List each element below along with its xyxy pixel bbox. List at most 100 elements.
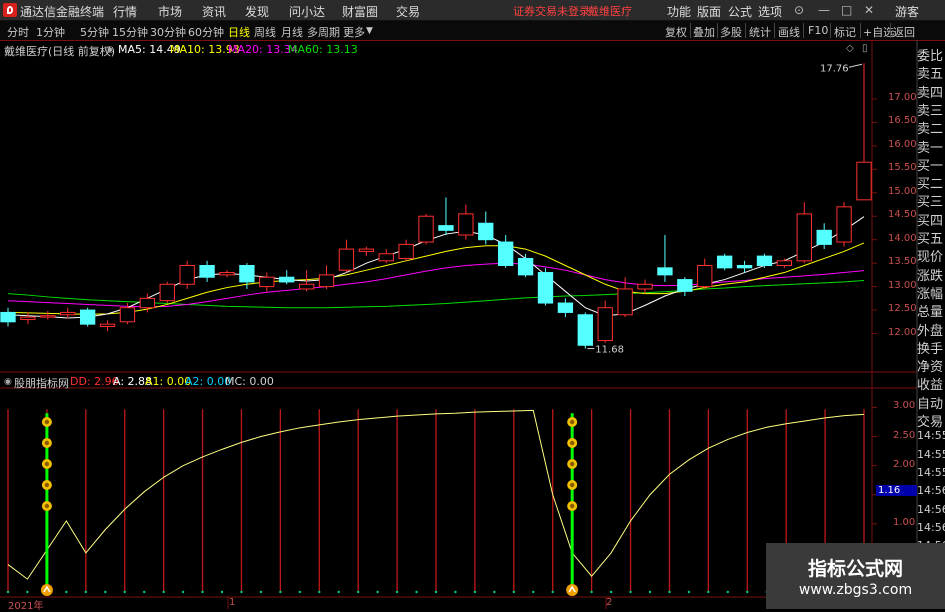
candle-body xyxy=(637,283,653,290)
candle-body xyxy=(617,288,633,316)
chart-grid xyxy=(0,40,918,609)
watermark-url: www.zbgs3.com xyxy=(798,582,913,598)
quote-panel-label[interactable]: 现价 xyxy=(917,246,945,265)
indicator-dot xyxy=(298,590,302,594)
indicator-dot xyxy=(434,590,438,594)
panel-toggle-icon[interactable]: ▯ xyxy=(862,43,868,54)
quote-panel-label[interactable]: 换手 xyxy=(917,338,945,357)
indicator-dot xyxy=(240,590,243,594)
quote-panel-label[interactable]: 卖四 xyxy=(917,82,945,101)
quote-panel-label[interactable]: 买二 xyxy=(917,173,945,192)
indicator-dot xyxy=(493,590,496,594)
candle-body xyxy=(657,267,673,276)
quote-panel-label[interactable]: 总量 xyxy=(917,301,945,320)
quote-panel-label[interactable]: 收益 xyxy=(917,374,945,393)
coin-bag-icon xyxy=(44,503,50,509)
quote-panel-label[interactable]: 涨跌 xyxy=(917,265,945,284)
quote-panel-label[interactable]: 买三 xyxy=(917,191,945,210)
quote-panel-label[interactable]: 14:56 xyxy=(917,503,945,516)
quote-panel-label[interactable]: 卖三 xyxy=(917,100,945,119)
quote-panel-label[interactable]: 买五 xyxy=(917,228,945,247)
indicator-mc: MC: 0.00 xyxy=(225,375,274,388)
candle-body xyxy=(139,297,156,309)
quote-panel-label[interactable]: 自动 xyxy=(917,393,945,412)
price-tick-label: 13.00 xyxy=(888,279,917,291)
indicator-dot xyxy=(220,590,224,594)
indicator-dot xyxy=(201,590,204,594)
price-tick-label: 16.00 xyxy=(888,138,917,150)
coin-bag-icon xyxy=(44,419,50,425)
indicator-current-value: 1.16 xyxy=(876,485,917,496)
settings-gear-icon[interactable]: ◉ xyxy=(4,377,12,387)
indicator-dot xyxy=(123,590,126,594)
diamond-icon[interactable]: ◇ xyxy=(846,43,854,54)
quote-panel-label[interactable]: 14:56 xyxy=(917,484,945,497)
price-tick-label: 16.50 xyxy=(888,115,917,127)
candle-body xyxy=(318,274,335,288)
price-tick-label: 12.50 xyxy=(888,303,917,315)
indicator-dot xyxy=(415,590,418,594)
quote-panel-label[interactable]: 外盘 xyxy=(917,320,945,339)
indicator-dot xyxy=(707,590,710,594)
quote-panel-label[interactable]: 买一 xyxy=(917,155,945,174)
candle-body xyxy=(418,215,434,243)
quote-panel-label[interactable]: 涨幅 xyxy=(917,283,945,302)
indicator-dot xyxy=(590,590,593,594)
candle-body xyxy=(79,309,96,325)
candle-body xyxy=(298,283,315,290)
quote-panel-label[interactable]: 交易 xyxy=(917,411,945,430)
coin-bag-icon xyxy=(569,482,575,488)
candle-body xyxy=(796,213,812,262)
indicator-dot xyxy=(181,590,185,594)
date-label: 2021年 xyxy=(8,601,44,612)
quote-panel-label[interactable]: 净资 xyxy=(917,356,945,375)
candle-body xyxy=(199,265,215,278)
candle-body xyxy=(99,323,116,327)
candle-body xyxy=(677,279,693,292)
indicator-dot xyxy=(142,590,146,594)
candle-body xyxy=(358,248,374,252)
indicator-tick-label: 1.00 xyxy=(893,516,916,528)
candle-body xyxy=(398,243,414,259)
indicator-dot xyxy=(648,590,652,594)
quote-panel-label[interactable]: 卖二 xyxy=(917,118,945,137)
settings-gear-icon[interactable]: ◉ xyxy=(106,45,114,55)
indicator-dot xyxy=(532,590,535,594)
watermark-title: 指标公式网 xyxy=(807,558,903,580)
candle-body xyxy=(60,311,76,316)
quote-panel-label[interactable]: 委比 xyxy=(917,45,945,64)
quote-panel-label[interactable]: 14:55 xyxy=(917,429,945,442)
candle-body xyxy=(557,302,574,313)
quote-panel-label[interactable]: 卖五 xyxy=(917,63,945,82)
candle-body xyxy=(378,253,394,262)
candle-body xyxy=(597,307,613,342)
candle-body xyxy=(438,225,454,231)
indicator-dot xyxy=(512,590,516,594)
buy-signals xyxy=(40,413,579,596)
quote-panel-label[interactable]: 14:55 xyxy=(917,448,945,461)
indicator-dot xyxy=(84,590,88,594)
indicator-dot xyxy=(609,590,613,594)
indicator-dot xyxy=(687,590,691,594)
price-tick-label: 15.00 xyxy=(888,185,917,197)
ma5-line xyxy=(7,216,865,319)
indicator-dot xyxy=(104,590,107,594)
coin-bag-icon xyxy=(569,503,575,509)
indicator-dot xyxy=(162,590,165,594)
indicator-dd: DD: 2.96 xyxy=(70,375,119,388)
quote-panel-label[interactable]: 14:56 xyxy=(917,521,945,534)
kline-chart[interactable]: 17.76 11.68 xyxy=(0,0,945,609)
candle-body xyxy=(0,311,16,323)
candle-body xyxy=(776,260,793,266)
candle-body xyxy=(836,206,852,243)
quote-panel-label[interactable]: 14:55 xyxy=(917,466,945,479)
candle-body xyxy=(577,314,593,346)
price-tick-label: 12.00 xyxy=(888,326,917,338)
indicator-dot xyxy=(279,590,282,594)
coin-bag-icon xyxy=(569,461,575,467)
candle-body xyxy=(259,276,275,288)
indicator-dot xyxy=(726,590,730,594)
indicator-dot xyxy=(65,590,68,594)
quote-panel-label[interactable]: 卖一 xyxy=(917,137,945,156)
quote-panel-label[interactable]: 买四 xyxy=(917,210,945,229)
